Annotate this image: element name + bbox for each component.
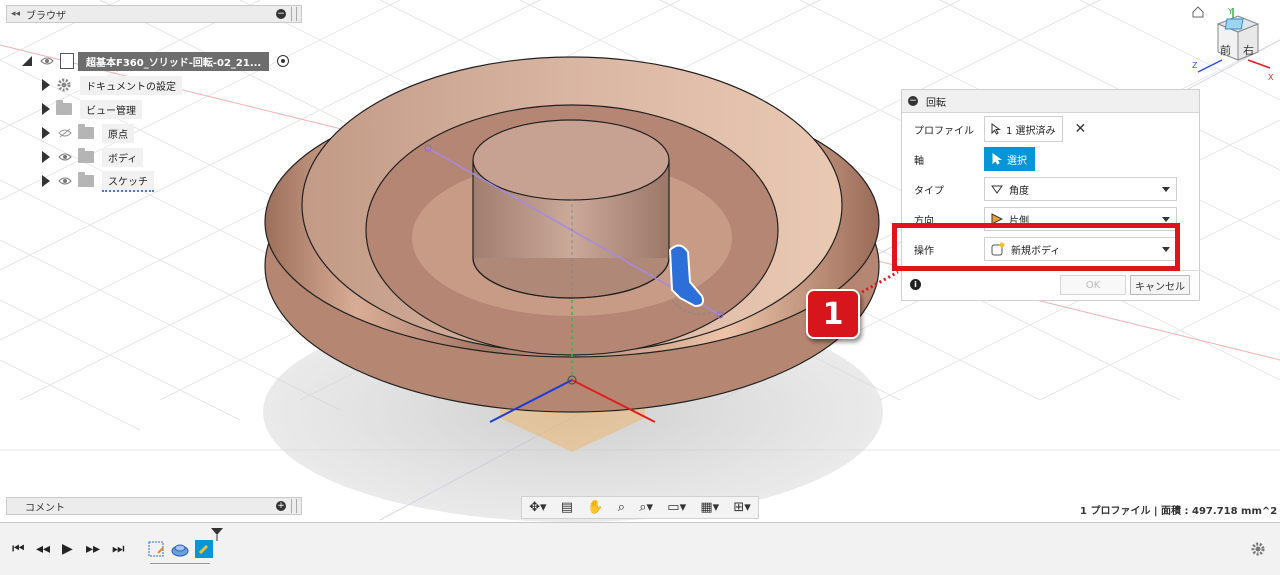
step-forward-icon[interactable]: ▸▸ [86,541,100,557]
minus-circle-icon[interactable]: − [276,9,286,19]
navigation-toolbar: ✥▾ ▤ ✋ ⌕ ⌕▾ ▭▾ ▦▾ ⊞▾ [521,496,759,519]
timeline-track [150,563,210,564]
minus-circle-icon[interactable]: − [908,96,918,106]
expand-triangle-icon[interactable] [42,103,50,115]
folder-icon [78,148,94,163]
folder-icon [56,100,72,115]
eye-hidden-icon[interactable] [58,128,72,138]
browser-item-label: 原点 [102,123,134,143]
plus-circle-icon[interactable]: + [276,501,286,511]
dialog-footer: i OK キャンセル [902,270,1199,299]
sketch-feature-icon[interactable] [146,539,166,559]
expand-triangle-icon[interactable] [42,175,50,187]
pan-hand-icon[interactable]: ✋ [587,500,603,515]
active-radio-icon[interactable] [277,55,290,67]
orbit-icon[interactable]: ✥▾ [529,500,546,515]
folder-icon [78,124,94,139]
browser-panel: ◂◂ ブラウザ − 超基本F360_ソリッド-回転-02_21... ドキュメン… [6,5,302,192]
browser-item-label: ビュー管理 [80,99,142,119]
ok-button[interactable]: OK [1060,275,1126,295]
expand-triangle-icon[interactable] [22,56,32,66]
axis-label: 軸 [914,155,924,167]
angle-icon [991,185,1003,194]
viewcube[interactable]: Z X Y 前 右 [1190,2,1276,82]
folder-icon [78,172,94,187]
axis-row: 軸 選択 [902,145,1199,173]
go-to-end-icon[interactable]: ⏭ [112,541,125,557]
chevron-down-icon [1162,186,1170,192]
expand-triangle-icon[interactable] [42,79,50,91]
browser-title: ブラウザ [26,10,67,22]
chevron-down-icon [1162,216,1170,222]
type-dropdown[interactable]: 角度 [984,177,1177,201]
active-feature-icon[interactable] [194,539,214,559]
zoom-icon[interactable]: ⌕ [618,500,625,515]
browser-item-sketches[interactable]: スケッチ [42,170,154,192]
comment-header[interactable]: コメント + [6,497,302,515]
document-icon [60,53,74,69]
look-at-icon[interactable]: ▤ [561,500,573,515]
browser-item-document-settings[interactable]: ドキュメントの設定 [42,75,182,95]
browser-header[interactable]: ◂◂ ブラウザ − [6,5,302,23]
svg-text:Z: Z [1192,61,1198,70]
svg-text:X: X [1268,73,1274,82]
display-settings-icon[interactable]: ▭▾ [667,500,686,515]
profile-row: プロファイル 1 選択済み ✕ [902,115,1199,143]
root-label: 超基本F360_ソリッド-回転-02_21... [78,51,270,71]
cursor-arrow-icon [991,123,1001,135]
dialog-title: 回転 [926,97,946,109]
viewports-icon[interactable]: ⊞▾ [733,500,750,515]
browser-item-label: ドキュメントの設定 [80,75,182,95]
cursor-arrow-icon [992,153,1002,165]
operation-highlight-box [892,223,1180,271]
grid-icon[interactable]: ▦▾ [700,500,719,515]
collapse-icon[interactable]: ◂◂ [11,9,20,19]
info-icon[interactable]: i [910,279,921,290]
viewcube-front-label: 前 [1220,44,1231,57]
browser-item-named-views[interactable]: ビュー管理 [42,99,142,119]
hub-top [472,119,670,201]
browser-item-origin[interactable]: 原点 [42,123,134,143]
timeline-settings-gear-icon[interactable] [1250,541,1266,557]
browser-item-bodies[interactable]: ボディ [42,147,144,167]
browser-root-node[interactable]: 超基本F360_ソリッド-回転-02_21... [22,51,290,71]
gear-icon [57,78,71,92]
viewcube-right-label: 右 [1243,44,1254,57]
home-icon[interactable] [1192,6,1204,18]
eye-icon[interactable] [58,152,72,162]
browser-item-label: スケッチ [102,170,154,192]
revolve-feature-icon[interactable] [170,539,190,559]
eye-icon[interactable] [40,56,54,66]
3d-viewport[interactable]: ◂◂ ブラウザ − 超基本F360_ソリッド-回転-02_21... ドキュメン… [0,0,1280,522]
comment-title: コメント [25,502,65,514]
expand-triangle-icon[interactable] [42,151,50,163]
timeline-bar: ⏮ ◂◂ ▶ ▸▸ ⏭ [0,522,1280,575]
axis-select-button[interactable]: 選択 [984,147,1035,171]
status-readout: 1 プロファイル | 面積 : 497.718 mm^2 [1080,506,1278,517]
type-label: タイプ [914,185,944,197]
zoom-window-icon[interactable]: ⌕▾ [639,500,653,515]
svg-text:Y: Y [1227,7,1233,16]
expand-triangle-icon[interactable] [42,127,50,139]
profile-select-button[interactable]: 1 選択済み [984,116,1063,142]
comment-panel: コメント + [6,497,302,515]
clear-selection-icon[interactable]: ✕ [1075,121,1087,137]
play-icon[interactable]: ▶ [62,541,73,557]
eye-icon[interactable] [58,176,72,186]
go-to-start-icon[interactable]: ⏮ [12,541,25,557]
cancel-button[interactable]: キャンセル [1130,275,1190,295]
step-back-icon[interactable]: ◂◂ [36,541,50,557]
dialog-header[interactable]: − 回転 [902,90,1199,113]
type-row: タイプ 角度 [902,175,1199,203]
browser-item-label: ボディ [102,147,144,167]
panel-grip-icon[interactable] [291,499,297,513]
profile-label: プロファイル [914,125,974,137]
callout-badge: 1 [806,289,860,339]
panel-grip-icon[interactable] [291,7,297,21]
timeline-marker-icon[interactable] [210,527,224,541]
